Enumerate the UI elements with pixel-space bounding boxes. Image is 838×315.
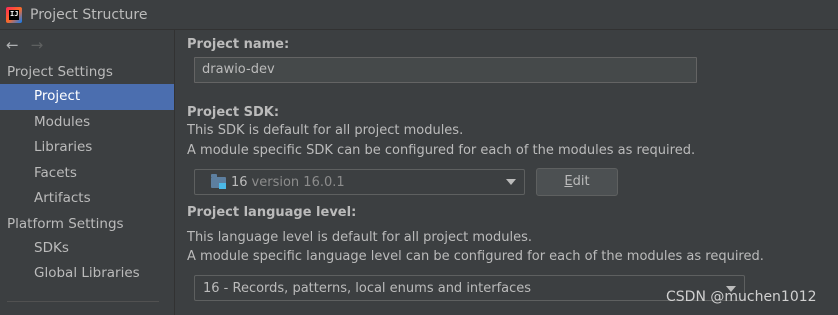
platform-settings-header: Platform Settings xyxy=(7,215,124,232)
level-description-1: This language level is default for all p… xyxy=(187,230,532,245)
nav-row: ← → xyxy=(0,30,174,60)
title-bar: IJ Project Structure xyxy=(0,0,838,30)
chevron-down-icon xyxy=(506,179,516,185)
window-title: Project Structure xyxy=(30,6,148,23)
sdk-name: 16 xyxy=(231,174,248,190)
sdk-folder-icon xyxy=(211,173,226,189)
edit-mnemonic: E xyxy=(564,174,573,189)
project-settings-header: Project Settings xyxy=(7,64,113,80)
sidebar-item-modules[interactable]: Modules xyxy=(0,110,174,136)
sidebar-item-global-libraries[interactable]: Global Libraries xyxy=(0,261,174,287)
watermark: CSDN @muchen1012 xyxy=(666,289,817,305)
level-description-2: A module specific language level can be … xyxy=(187,249,764,264)
sidebar-item-project[interactable]: Project xyxy=(0,84,174,110)
intellij-idea-icon: IJ xyxy=(6,6,22,23)
project-name-input[interactable]: drawio-dev xyxy=(194,57,697,83)
sidebar-divider xyxy=(7,301,159,302)
sidebar-item-sdks[interactable]: SDKs xyxy=(0,236,174,262)
language-level-label: Project language level: xyxy=(187,205,357,220)
sdk-description-2: A module specific SDK can be configured … xyxy=(187,143,696,158)
language-level-dropdown[interactable]: 16 - Records, patterns, local enums and … xyxy=(194,275,745,301)
sdk-description-1: This SDK is default for all project modu… xyxy=(187,123,464,138)
edit-label-rest: dit xyxy=(572,174,590,189)
edit-sdk-button[interactable]: Edit xyxy=(536,168,618,196)
sdk-version: version 16.0.1 xyxy=(251,174,345,190)
project-name-label: Project name: xyxy=(187,37,290,52)
sidebar-item-artifacts[interactable]: Artifacts xyxy=(0,186,174,212)
sidebar: ← → Project Settings Project Modules Lib… xyxy=(0,30,174,315)
back-arrow-icon[interactable]: ← xyxy=(6,37,19,53)
project-sdk-label: Project SDK: xyxy=(187,105,280,120)
sdk-dropdown[interactable]: 16 version 16.0.1 xyxy=(194,169,525,195)
language-level-value: 16 - Records, patterns, local enums and … xyxy=(203,281,532,296)
sidebar-item-libraries[interactable]: Libraries xyxy=(0,135,174,161)
sidebar-item-facets[interactable]: Facets xyxy=(0,161,174,187)
project-settings-panel: Project name: drawio-dev Project SDK: Th… xyxy=(175,30,838,315)
forward-arrow-icon[interactable]: → xyxy=(31,37,44,53)
